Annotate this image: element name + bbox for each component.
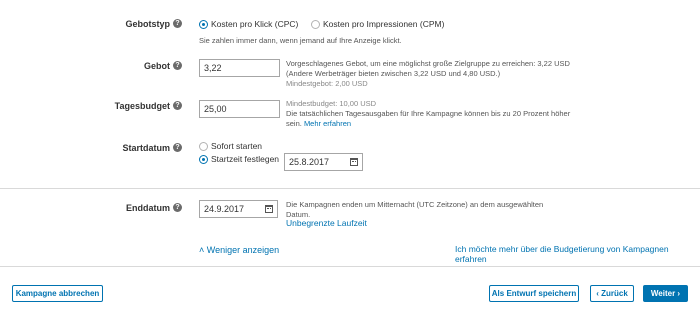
divider-top [0, 188, 700, 189]
end-date-info-line1: Die Kampagnen enden um Mitternacht (UTC … [286, 200, 544, 209]
divider-bottom [0, 266, 700, 267]
end-date-input[interactable]: 24.9.2017 [199, 200, 278, 218]
radio-start-now[interactable] [199, 142, 208, 151]
daily-budget-label: Tagesbudget [80, 101, 170, 111]
daily-budget-info-line2: sein. [286, 119, 302, 128]
show-less-label: Weniger anzeigen [206, 245, 280, 255]
learn-more-link[interactable]: Mehr erfahren [304, 119, 351, 128]
end-date-info: Die Kampagnen enden um Mitternacht (UTC … [286, 200, 566, 220]
budget-info-link[interactable]: Ich möchte mehr über die Budgetierung vo… [455, 244, 700, 264]
end-date-label: Enddatum [80, 203, 170, 213]
daily-budget-info-line1: Die tatsächlichen Tagesausgaben für Ihre… [286, 109, 571, 118]
bid-type-label-text: Gebotstyp [125, 19, 170, 29]
daily-budget-info-line2-row: sein. Mehr erfahren [286, 119, 606, 129]
bid-suggestion: Vorgeschlagenes Gebot, um eine möglichst… [286, 59, 586, 89]
start-date-input[interactable]: 25.8.2017 [284, 153, 363, 171]
start-date-label: Startdatum [80, 143, 170, 153]
help-icon[interactable]: ? [173, 61, 182, 70]
daily-budget-input-value: 25,00 [204, 104, 227, 114]
end-date-label-text: Enddatum [126, 203, 170, 213]
bid-type-label: Gebotstyp [80, 19, 170, 29]
bid-suggestion-line1: Vorgeschlagenes Gebot, um eine möglichst… [286, 59, 570, 68]
help-icon[interactable]: ? [173, 203, 182, 212]
radio-cpm-label[interactable]: Kosten pro Impressionen (CPM) [323, 19, 444, 29]
help-icon[interactable]: ? [173, 143, 182, 152]
daily-budget-label-text: Tagesbudget [114, 101, 170, 111]
radio-start-set[interactable] [199, 155, 208, 164]
bid-type-hint: Sie zahlen immer dann, wenn jemand auf I… [199, 36, 402, 45]
daily-budget-info: Mindestbudget: 10,00 USD Die tatsächlich… [286, 99, 606, 129]
daily-budget-input[interactable]: 25,00 [199, 100, 280, 118]
back-button[interactable]: ‹ Zurück [590, 285, 634, 302]
next-button[interactable]: Weiter › [643, 285, 688, 302]
bid-label-text: Gebot [144, 61, 170, 71]
bid-suggestion-line2: (Andere Werbeträger bieten zwischen 3,22… [286, 69, 501, 78]
save-draft-button[interactable]: Als Entwurf speichern [489, 285, 579, 302]
radio-cpc-label[interactable]: Kosten pro Klick (CPC) [211, 19, 298, 29]
radio-start-now-label[interactable]: Sofort starten [211, 141, 262, 151]
calendar-icon[interactable] [265, 205, 273, 213]
unlimited-duration-link[interactable]: Unbegrenzte Laufzeit [286, 218, 367, 228]
bid-input[interactable]: 3,22 [199, 59, 280, 77]
help-icon[interactable]: ? [173, 101, 182, 110]
bid-label: Gebot [80, 61, 170, 71]
radio-start-set-label[interactable]: Startzeit festlegen [211, 154, 279, 164]
start-date-label-text: Startdatum [122, 143, 170, 153]
end-date-value: 24.9.2017 [204, 204, 245, 214]
bid-input-value: 3,22 [204, 63, 222, 73]
chevron-up-icon: ˄ [199, 245, 205, 255]
bid-min: Mindestgebot: 2,00 USD [286, 79, 368, 88]
calendar-icon[interactable] [350, 158, 358, 166]
radio-cpm[interactable] [311, 20, 320, 29]
start-date-value: 25.8.2017 [289, 157, 330, 167]
cancel-campaign-button[interactable]: Kampagne abbrechen [12, 285, 103, 302]
radio-cpc[interactable] [199, 20, 208, 29]
daily-budget-min: Mindestbudget: 10,00 USD [286, 99, 377, 108]
help-icon[interactable]: ? [173, 19, 182, 28]
show-less-link[interactable]: ˄ Weniger anzeigen [199, 245, 279, 255]
